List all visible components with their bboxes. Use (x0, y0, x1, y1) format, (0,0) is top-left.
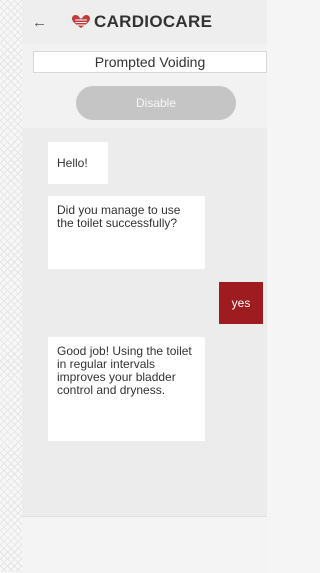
arrow-left-icon[interactable]: ← (32, 15, 54, 30)
app-brand-title: CARDIOCARE (94, 12, 213, 31)
bottom-area (22, 516, 267, 573)
bot-message: Good job! Using the toilet in regular in… (48, 337, 205, 441)
bot-message: Did you manage to use the toilet success… (48, 196, 205, 269)
bot-message: Hello! (48, 142, 108, 184)
page-title: Prompted Voiding (33, 51, 267, 73)
background-pattern (0, 0, 22, 572)
chat-area[interactable]: Hello! Did you manage to use the toilet … (22, 128, 267, 516)
heart-logo-icon (72, 15, 90, 29)
app-window: ← CARDIOCARE Prompted Voiding Disable He… (22, 0, 267, 573)
disable-button[interactable]: Disable (76, 86, 236, 120)
header-bar: ← CARDIOCARE (22, 0, 267, 44)
user-message: yes (219, 282, 263, 324)
